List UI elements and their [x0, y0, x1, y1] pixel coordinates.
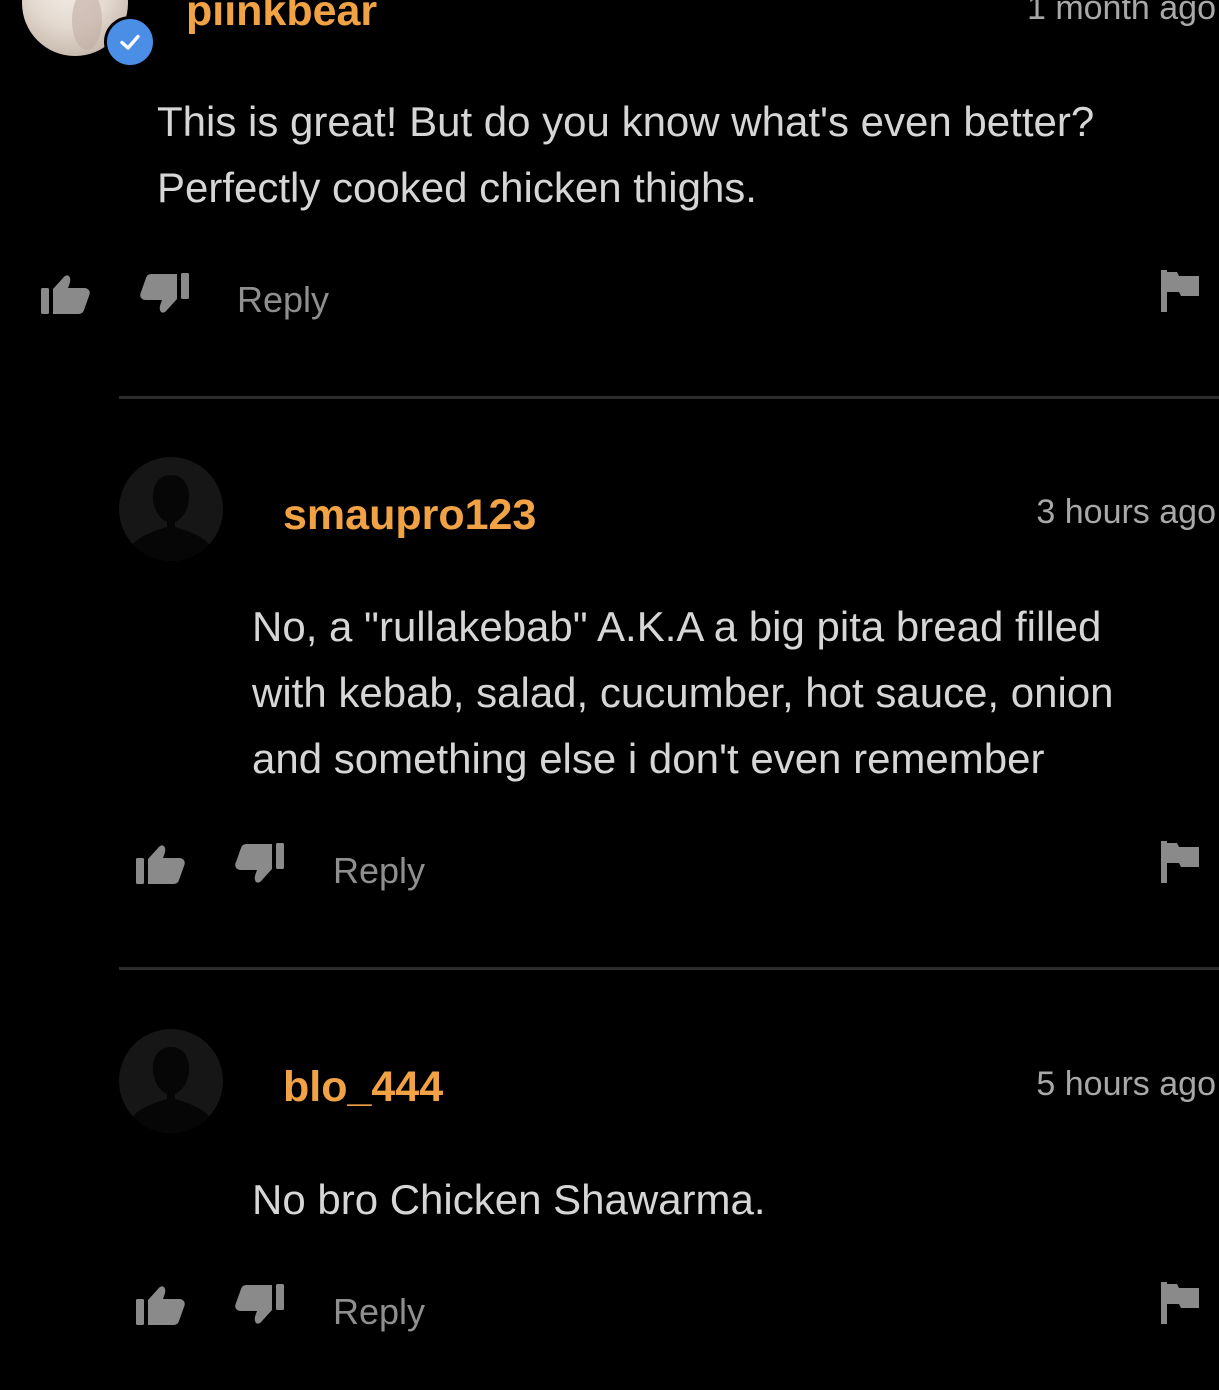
thumbs-down-icon: [235, 843, 284, 883]
like-button[interactable]: [135, 842, 187, 888]
verified-badge: [104, 16, 156, 68]
comment-body: No bro Chicken Shawarma.: [252, 1167, 766, 1233]
default-user-avatar: [131, 1047, 211, 1133]
comment-text-line: with kebab, salad, cucumber, hot sauce, …: [252, 669, 1114, 716]
reply-button[interactable]: Reply: [333, 853, 425, 889]
like-button[interactable]: [40, 272, 92, 318]
flag-icon: [1161, 270, 1199, 312]
comment-text-line: Perfectly cooked chicken thighs.: [157, 164, 757, 211]
user-avatar[interactable]: [119, 1029, 223, 1133]
thumbs-down-icon: [235, 1284, 284, 1324]
username[interactable]: smaupro123: [283, 494, 536, 537]
verified-check-icon: [120, 34, 140, 50]
like-button[interactable]: [135, 1283, 187, 1329]
comment-text-line: and something else i don't even remember: [252, 735, 1045, 782]
comment-timestamp: 1 month ago: [1026, 0, 1216, 27]
comment-blo_444: blo_444 5 hours ago No bro Chicken Shawa…: [0, 970, 1219, 1390]
thumbs-up-icon: [41, 275, 90, 314]
thumbs-up-icon: [136, 845, 185, 884]
comment-text-line: No, a "rullakebab" A.K.A a big pita brea…: [252, 603, 1102, 650]
flag-icon: [1161, 841, 1199, 883]
comment-text-line: This is great! But do you know what's ev…: [157, 98, 1095, 145]
username[interactable]: piinkbear: [186, 0, 377, 33]
flag-button[interactable]: [1159, 1280, 1201, 1326]
comment-piinkbear: piinkbear 1 month ago This is great! But…: [0, 0, 1219, 396]
flag-button[interactable]: [1159, 268, 1201, 314]
comment-timestamp: 5 hours ago: [1036, 1065, 1216, 1103]
user-avatar[interactable]: [119, 457, 223, 561]
reply-button[interactable]: Reply: [237, 282, 329, 318]
default-user-avatar: [131, 475, 211, 561]
comment-body: This is great! But do you know what's ev…: [157, 89, 1094, 221]
comment-body: No, a "rullakebab" A.K.A a big pita brea…: [252, 594, 1114, 792]
comment-timestamp: 3 hours ago: [1036, 493, 1216, 531]
thumbs-up-icon: [136, 1286, 185, 1325]
thumbs-down-icon: [140, 273, 189, 313]
comment-text-line: No bro Chicken Shawarma.: [252, 1176, 766, 1223]
reply-button[interactable]: Reply: [333, 1294, 425, 1330]
dislike-button[interactable]: [233, 840, 285, 886]
flag-icon: [1161, 1282, 1199, 1324]
dislike-button[interactable]: [233, 1281, 285, 1327]
dislike-button[interactable]: [138, 270, 190, 316]
comment-smaupro123: smaupro123 3 hours ago No, a "rullakebab…: [0, 399, 1219, 967]
flag-button[interactable]: [1159, 839, 1201, 885]
username[interactable]: blo_444: [283, 1066, 443, 1109]
